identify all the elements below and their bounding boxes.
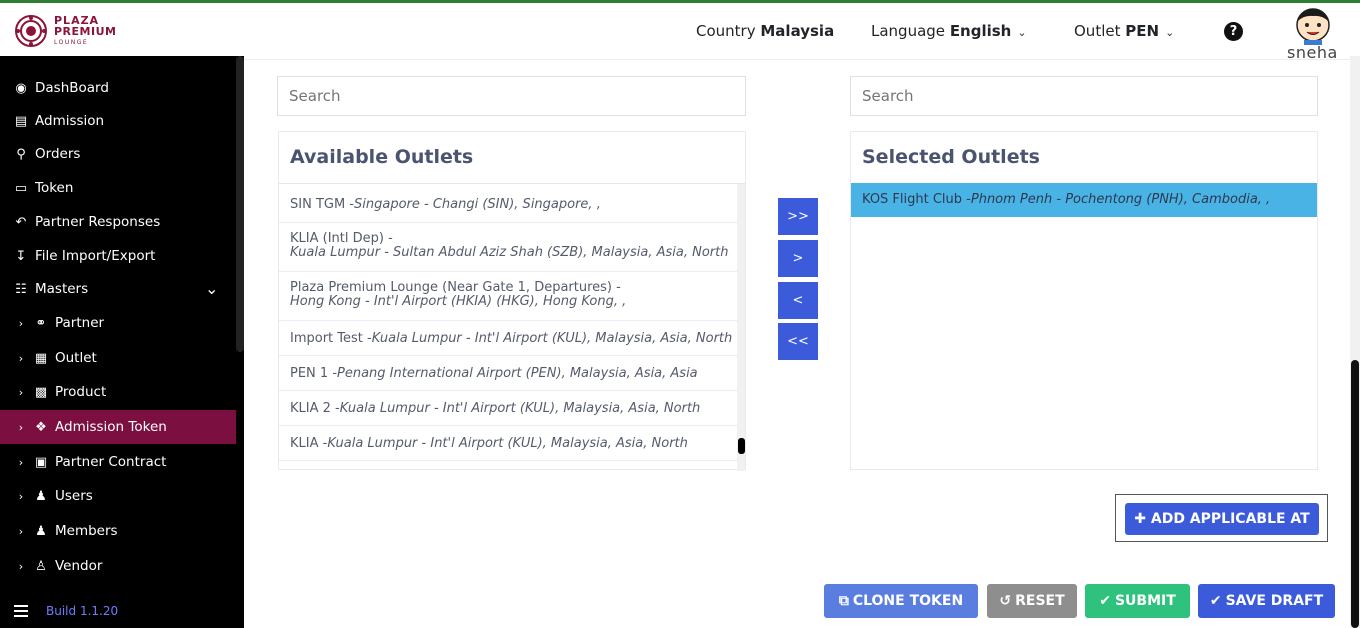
list-item[interactable]: Import Test -Kuala Lumpur - Int'l Airpor…	[279, 321, 737, 356]
save-draft-button[interactable]: ✔ SAVE DRAFT	[1198, 584, 1335, 618]
available-outlets-title: Available Outlets	[290, 146, 474, 168]
sidebar-footer: Build 1.1.20	[0, 594, 244, 628]
question-circle-icon[interactable]: ?	[1224, 22, 1243, 41]
chevron-down-icon: ⌄	[1017, 26, 1027, 39]
lotus-logo-icon	[14, 14, 48, 48]
file-icon: ▭	[14, 180, 28, 196]
sidebar-item-token[interactable]: ▭ Token	[0, 171, 236, 205]
user-avatar[interactable]	[1292, 7, 1334, 45]
sidebar-item-product[interactable]: › ▩ Product	[0, 375, 236, 409]
move-right-button[interactable]: >	[778, 240, 818, 277]
chevron-right-icon: ›	[18, 385, 24, 399]
selected-search-input[interactable]	[850, 76, 1318, 116]
list-item[interactable]: SIN TGM -Singapore - Changi (SIN), Singa…	[279, 186, 737, 223]
sidebar-item-admission-token[interactable]: › ❖ Admission Token	[0, 410, 236, 444]
sidebar-item-masters[interactable]: ☷ Masters ⌄	[0, 272, 236, 306]
hamburger-menu-icon[interactable]	[14, 602, 28, 620]
tag-icon: ❖	[35, 419, 47, 435]
sidebar-item-vendor[interactable]: › ♙ Vendor	[0, 549, 236, 583]
brand-logo[interactable]: PLAZA PREMIUM LOUNGE	[14, 14, 116, 48]
move-left-button[interactable]: <	[778, 282, 818, 319]
build-version: Build 1.1.20	[46, 604, 119, 618]
building-icon: ▦	[34, 350, 48, 366]
sidebar-item-dashboard[interactable]: ◉ DashBoard	[0, 71, 236, 105]
chevron-right-icon: ›	[18, 420, 24, 434]
download-icon: ↧	[15, 248, 27, 264]
user-name[interactable]: sneha	[1287, 43, 1338, 62]
chevron-right-icon: ›	[18, 351, 24, 365]
chevron-right-icon: ›	[18, 489, 24, 503]
add-applicable-wrapper: ✚ ADD APPLICABLE AT	[1115, 494, 1328, 542]
country-display: Country Malaysia	[696, 22, 835, 40]
user-icon: ♟	[35, 488, 47, 504]
move-all-right-button[interactable]: >>	[778, 198, 818, 235]
id-card-icon: ▤	[14, 113, 28, 129]
available-outlets-panel: Available Outlets SIN TGM -Singapore - C…	[278, 131, 746, 471]
list-item[interactable]: PEN 1 -Penang International Airport (PEN…	[279, 356, 737, 391]
chevron-right-icon: ›	[18, 524, 24, 538]
check-icon: ✔	[1209, 593, 1222, 609]
list-item[interactable]: KLIA 2 -Kuala Lumpur - Int'l Airport (KU…	[279, 391, 737, 426]
list-item[interactable]: KLIA -Kuala Lumpur - Int'l Airport (KUL)…	[279, 426, 737, 461]
move-all-left-button[interactable]: <<	[778, 323, 818, 360]
selected-outlets-panel: Selected Outlets KOS Flight Club -Phnom …	[850, 131, 1318, 470]
check-icon: ✔	[1099, 593, 1111, 609]
logo-wordmark: PLAZA PREMIUM LOUNGE	[54, 13, 117, 46]
users-icon: ♟	[35, 523, 47, 539]
briefcase-icon: ▣	[34, 454, 48, 470]
divider	[279, 183, 745, 184]
outlet-dropdown[interactable]: Outlet PEN ⌄	[1074, 22, 1174, 40]
sidebar: ◉ DashBoard ▤ Admission ⚲ Orders ▭ Token ↶ Pa…	[0, 56, 244, 628]
gift-icon: ▩	[34, 384, 48, 400]
selected-list-item[interactable]: KOS Flight Club -Phnom Penh - Pochentong…	[851, 183, 1317, 217]
chevron-right-icon: ›	[18, 559, 24, 573]
cart-icon: ⚲	[16, 146, 26, 162]
sidebar-item-admission[interactable]: ▤ Admission	[0, 104, 236, 138]
sidebar-item-users[interactable]: › ♟ Users	[0, 479, 236, 513]
plus-icon: ✚	[1134, 511, 1146, 527]
available-search-input[interactable]	[277, 76, 746, 116]
list-item[interactable]: KLIA (Intl Dep) - Kuala Lumpur - Sultan A…	[279, 223, 737, 272]
chevron-right-icon: ›	[18, 316, 24, 330]
add-applicable-at-button[interactable]: ✚ ADD APPLICABLE AT	[1125, 503, 1319, 535]
chevron-down-icon: ⌄	[205, 279, 219, 298]
sidebar-item-partner-responses[interactable]: ↶ Partner Responses	[0, 205, 236, 239]
undo-icon: ↺	[999, 593, 1012, 609]
top-header: PLAZA PREMIUM LOUNGE Country Malaysia La…	[0, 3, 1360, 62]
selected-outlets-title: Selected Outlets	[862, 146, 1040, 168]
sidebar-item-partner-contract[interactable]: › ▣ Partner Contract	[0, 445, 236, 479]
sidebar-item-outlet[interactable]: › ▦ Outlet	[0, 341, 236, 375]
sidebar-item-orders[interactable]: ⚲ Orders	[0, 137, 236, 171]
reply-all-icon: ↶	[15, 214, 27, 230]
chevron-down-icon: ⌄	[1165, 26, 1175, 39]
sidebar-item-partner[interactable]: › ⚭ Partner	[0, 306, 236, 340]
handshake-icon: ⚭	[35, 315, 47, 331]
sitemap-icon: ☷	[15, 281, 27, 297]
available-list-scrollbar[interactable]	[737, 184, 745, 471]
clone-token-button[interactable]: ⧉ CLONE TOKEN	[824, 584, 978, 618]
language-dropdown[interactable]: Language English ⌄	[871, 22, 1027, 40]
dashboard-icon: ◉	[15, 80, 27, 96]
available-list-scroll-thumb[interactable]	[738, 438, 745, 454]
male-icon: ♙	[35, 558, 47, 574]
sidebar-scrollbar[interactable]	[236, 56, 244, 352]
submit-button[interactable]: ✔ SUBMIT	[1085, 584, 1190, 618]
list-item[interactable]: Plaza Premium Lounge (Near Gate 1, Depar…	[279, 272, 737, 321]
sidebar-item-file-import-export[interactable]: ↧ File Import/Export	[0, 239, 236, 273]
reset-button[interactable]: ↺ RESET	[987, 584, 1077, 618]
chevron-right-icon: ›	[18, 455, 24, 469]
copy-icon: ⧉	[838, 593, 849, 609]
sidebar-item-members[interactable]: › ♟ Members	[0, 514, 236, 548]
main-scroll-thumb[interactable]	[1351, 360, 1359, 628]
